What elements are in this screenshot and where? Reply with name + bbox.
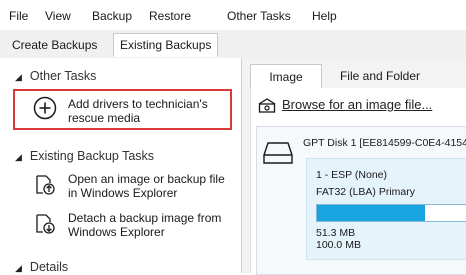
section-existing-backup-tasks-title: Existing Backup Tasks <box>29 149 155 163</box>
open-image-icon[interactable] <box>33 172 57 196</box>
menu-view[interactable]: View <box>45 9 71 23</box>
detach-image-icon[interactable] <box>33 211 57 235</box>
tab-file-and-folder[interactable]: File and Folder <box>325 64 435 88</box>
partition-fs: FAT32 (LBA) Primary <box>316 186 415 198</box>
partition-total: 100.0 MB <box>316 239 361 251</box>
browse-image-link[interactable]: Browse for an image file... <box>282 97 432 112</box>
open-image-line2: in Windows Explorer <box>68 186 178 200</box>
collapse-triangle-icon[interactable]: ◢ <box>15 263 22 273</box>
partition-usage-fill <box>317 205 425 221</box>
section-existing-backup-tasks[interactable]: ◢ Existing Backup Tasks <box>15 149 154 163</box>
collapse-triangle-icon[interactable]: ◢ <box>15 72 22 82</box>
section-details-title: Details <box>29 260 69 274</box>
menu-other-tasks[interactable]: Other Tasks <box>227 9 291 23</box>
tab-image[interactable]: Image <box>250 64 322 89</box>
add-drivers-line1: Add drivers to technician's <box>68 97 208 111</box>
browse-image-icon[interactable] <box>257 96 277 114</box>
add-drivers-link[interactable]: Add drivers to technician's rescue media <box>68 97 208 125</box>
hard-drive-icon <box>262 140 294 166</box>
partition-used: 51.3 MB <box>316 227 356 239</box>
menu-restore[interactable]: Restore <box>149 9 191 23</box>
section-other-tasks[interactable]: ◢ Other Tasks <box>15 69 96 83</box>
menu-help[interactable]: Help <box>312 9 337 23</box>
detach-image-line1: Detach a backup image from <box>68 211 222 225</box>
open-image-link[interactable]: Open an image or backup file in Windows … <box>68 172 225 200</box>
partition-name: 1 - ESP (None) <box>316 169 388 181</box>
add-circle-icon[interactable] <box>33 96 57 120</box>
tab-create-backups[interactable]: Create Backups <box>6 34 103 56</box>
section-details[interactable]: ◢ Details <box>15 260 68 274</box>
add-drivers-line2: rescue media <box>68 111 141 125</box>
menu-file[interactable]: File <box>9 9 28 23</box>
disk-title: GPT Disk 1 [EE814599-C0E4-4154 <box>303 137 466 149</box>
section-other-tasks-title: Other Tasks <box>29 69 97 83</box>
tab-existing-backups[interactable]: Existing Backups <box>113 33 219 57</box>
detach-image-link[interactable]: Detach a backup image from Windows Explo… <box>68 211 221 239</box>
detach-image-line2: Windows Explorer <box>68 225 165 239</box>
open-image-line1: Open an image or backup file <box>68 172 225 186</box>
menu-backup[interactable]: Backup <box>92 9 132 23</box>
collapse-triangle-icon[interactable]: ◢ <box>15 152 22 162</box>
